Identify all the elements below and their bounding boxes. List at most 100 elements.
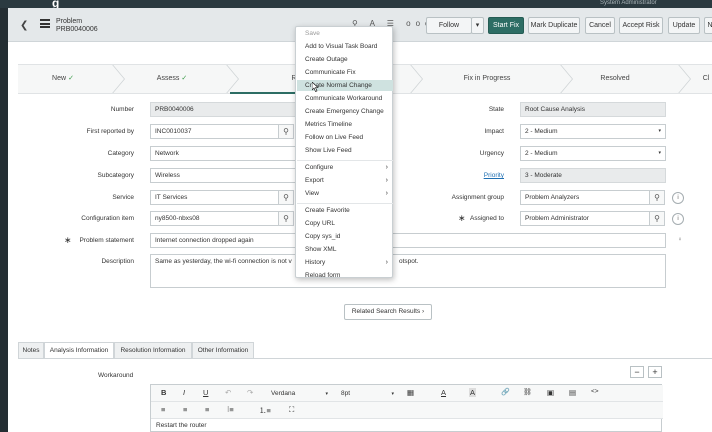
table-icon[interactable]: ▦ — [407, 388, 414, 397]
background-color-icon[interactable]: A — [469, 388, 477, 397]
search-icon[interactable]: ⚲ — [649, 190, 665, 205]
search-icon[interactable]: ⚲ — [649, 211, 665, 226]
follow-button[interactable]: Follow — [426, 17, 472, 34]
menu-item-create-emergency-change[interactable]: Create Emergency Change — [297, 106, 393, 117]
menu-item-metrics-timeline[interactable]: Metrics Timeline — [297, 119, 393, 130]
menu-divider — [297, 160, 393, 161]
tab-notes[interactable]: Notes — [18, 342, 44, 359]
category-select[interactable]: Network▾ — [150, 146, 306, 161]
flow-separator — [408, 65, 422, 93]
search-icon[interactable]: ⚲ — [278, 190, 294, 205]
menu-item-configure[interactable]: Configure › — [297, 162, 393, 173]
menu-item-copy-sys-id[interactable]: Copy sys_id — [297, 231, 393, 242]
assigned-to-field[interactable]: Problem Administrator — [520, 211, 650, 226]
expand-button[interactable]: + — [648, 366, 662, 378]
tab-other-information[interactable]: Other Information — [192, 342, 254, 359]
search-icon[interactable]: ⚲ — [278, 211, 294, 226]
hamburger-menu-icon[interactable] — [40, 19, 50, 28]
menu-item-save[interactable]: Save — [297, 28, 393, 39]
cancel-button[interactable]: Cancel — [585, 17, 615, 34]
italic-button[interactable]: I — [183, 388, 185, 397]
problem-statement-label: Problem statement — [79, 237, 134, 244]
flow-step-assess: Assess ✓ — [156, 75, 188, 82]
align-right-icon[interactable]: ≡ — [205, 405, 209, 414]
assignment-group-field[interactable]: Problem Analyzers — [520, 190, 650, 205]
update-button[interactable]: Update — [668, 17, 700, 34]
menu-item-communicate-workaround[interactable]: Communicate Workaround — [297, 93, 393, 104]
check-icon: ✓ — [181, 75, 188, 82]
menu-item-add-to-visual-task-board[interactable]: Add to Visual Task Board — [297, 41, 393, 52]
description-label: Description — [101, 258, 134, 265]
priority-field[interactable]: 3 - Moderate — [520, 168, 666, 183]
mark-duplicate-button[interactable]: Mark Duplicate — [528, 17, 580, 34]
tab-resolution-information[interactable]: Resolution Information — [114, 342, 192, 359]
urgency-select[interactable]: 2 - Medium ▾ — [520, 146, 666, 161]
bullet-list-icon[interactable]: ⁝≡ — [227, 405, 234, 414]
impact-select[interactable]: 2 - Medium ▾ — [520, 124, 666, 139]
menu-item-history[interactable]: History › — [297, 257, 393, 268]
fullscreen-icon[interactable]: ⛶ — [289, 405, 294, 415]
configuration-item-field[interactable]: ny8500-nbxs08 — [150, 211, 280, 226]
redo-icon[interactable]: ↷ — [247, 388, 253, 397]
number-field[interactable]: PRB0040006 — [150, 102, 306, 117]
first-reported-by-field[interactable]: INC0010037 — [150, 124, 280, 139]
align-left-icon[interactable]: ≡ — [161, 405, 165, 414]
start-fix-button[interactable]: Start Fix — [488, 17, 524, 34]
link-icon[interactable]: 🔗 — [501, 388, 510, 396]
subcategory-select[interactable]: Wireless▾ — [150, 168, 306, 183]
state-field[interactable]: Root Cause Analysis — [520, 102, 666, 117]
font-color-icon[interactable]: A — [441, 388, 446, 397]
user-menu[interactable]: System Administrator — [600, 0, 657, 6]
unlink-icon[interactable]: ⛓ — [523, 388, 532, 396]
flow-step-new: New ✓ — [52, 75, 74, 82]
service-label: Service — [112, 194, 134, 201]
context-menu: Save Add to Visual Task Board Create Outag… — [295, 26, 393, 281]
workaround-content: Restart the router — [156, 422, 207, 429]
align-center-icon[interactable]: ≡ — [183, 405, 187, 414]
chevron-right-icon: › — [385, 259, 388, 266]
media-icon[interactable]: ▤ — [569, 388, 576, 397]
bold-button[interactable]: B — [161, 388, 166, 397]
menu-item-show-xml[interactable]: Show XML — [297, 244, 393, 255]
menu-item-view[interactable]: View › — [297, 188, 393, 199]
chevron-down-icon: ▾ — [658, 128, 661, 134]
chevron-right-icon: › — [385, 190, 388, 197]
font-size-select[interactable]: 8pt ▾ — [337, 387, 397, 399]
menu-item-create-outage[interactable]: Create Outage — [297, 54, 393, 65]
chevron-right-icon: › — [385, 164, 388, 171]
font-family-select[interactable]: Verdana ▾ — [267, 387, 331, 399]
numbered-list-icon[interactable]: ⒈≡ — [259, 405, 271, 416]
search-icon[interactable]: ⚲ — [278, 124, 294, 139]
service-field[interactable]: IT Services — [150, 190, 280, 205]
undo-icon[interactable]: ↶ — [225, 388, 231, 397]
back-icon[interactable]: ❮ — [20, 20, 28, 31]
priority-label-link[interactable]: Priority — [384, 172, 504, 179]
state-label: State — [488, 106, 504, 113]
menu-item-export[interactable]: Export › — [297, 175, 393, 186]
description-field[interactable]: Same as yesterday, the wi-fi connection … — [150, 254, 666, 288]
follow-dropdown-button[interactable]: ▾ — [471, 17, 484, 34]
related-search-results-button[interactable]: Related Search Results › — [344, 304, 432, 320]
menu-item-follow-on-live-feed[interactable]: Follow on Live Feed — [297, 132, 393, 143]
menu-item-communicate-fix[interactable]: Communicate Fix — [297, 67, 393, 78]
lightbulb-icon[interactable]: ♀ — [674, 235, 686, 247]
workaround-editor[interactable]: B I U ↶ ↷ Verdana ▾ 8pt ▾ ▦ A A 🔗 ⛓ ▣ ▤ <>… — [150, 384, 663, 432]
accept-risk-button[interactable]: Accept Risk — [619, 17, 663, 34]
info-icon[interactable]: i — [672, 213, 684, 225]
subcategory-label: Subcategory — [97, 172, 135, 179]
workaround-label: Workaround — [98, 372, 134, 379]
editor-toolbar-row-2: ≡ ≡ ≡ ⁝≡ ⒈≡ ⛶ — [151, 402, 663, 419]
info-icon[interactable]: i — [672, 192, 684, 204]
menu-item-reload-form[interactable]: Reload form — [297, 270, 393, 281]
image-icon[interactable]: ▣ — [547, 388, 554, 397]
menu-item-copy-url[interactable]: Copy URL — [297, 218, 393, 229]
menu-item-show-live-feed[interactable]: Show Live Feed — [297, 145, 393, 156]
problem-statement-field[interactable]: Internet connection dropped again — [150, 233, 666, 248]
collapse-button[interactable]: − — [630, 366, 644, 378]
menu-item-create-favorite[interactable]: Create Favorite — [297, 205, 393, 216]
code-icon[interactable]: <> — [591, 388, 599, 395]
configuration-item-label: Configuration item — [81, 215, 134, 222]
underline-button[interactable]: U — [203, 388, 208, 397]
overflow-button[interactable]: N — [704, 17, 712, 34]
tab-analysis-information[interactable]: Analysis Information — [44, 342, 114, 359]
